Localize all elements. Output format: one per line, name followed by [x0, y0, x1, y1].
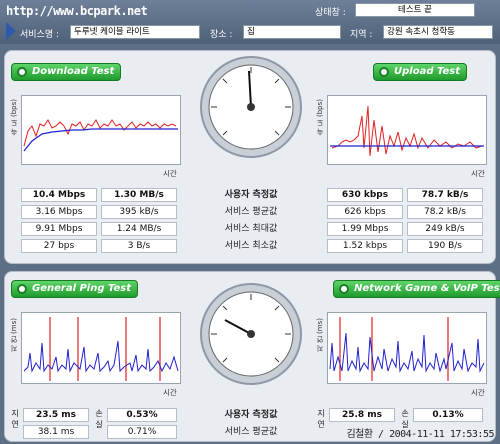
game-axis-label: 지 연 (ms)	[316, 318, 324, 353]
upload-avg-bps: 626 kbps	[327, 205, 403, 219]
service-field: 두루넷 케이블 라이트	[70, 25, 200, 39]
general-ping-test-button[interactable]: General Ping Test	[11, 280, 139, 298]
service-max-label: 서비스 최대값	[224, 224, 278, 234]
watermark-text: http://www.bcpark.net	[6, 4, 148, 18]
place-label: 장소 :	[210, 30, 233, 40]
game-graph	[329, 317, 485, 381]
upload-min-bytes: 190 B/s	[407, 239, 483, 253]
upload-user-bytes: 78.7 kB/s	[407, 188, 483, 202]
ping-test-panel: General Ping Test Network Game & VoIP Te…	[4, 271, 500, 442]
upload-axis-label: 속 도 (bps)	[316, 99, 324, 136]
region-field: 강원 속초시 청학동	[383, 25, 493, 39]
download-axis-label: 속 도 (bps)	[10, 99, 18, 136]
download-chart	[21, 95, 181, 165]
region-label: 지역 :	[350, 30, 373, 40]
ping-latency-label: 지연	[11, 409, 19, 429]
download-user-bps: 10.4 Mbps	[21, 188, 97, 202]
upload-max-bps: 1.99 Mbps	[327, 222, 403, 236]
upload-max-bytes: 249 kB/s	[407, 222, 483, 236]
upload-time-label: 시간	[471, 169, 485, 178]
download-max-bps: 9.91 Mbps	[21, 222, 97, 236]
upload-user-bps: 630 kbps	[327, 188, 403, 202]
service-avg-label-2: 서비스 평균값	[224, 427, 278, 437]
ping-chart	[21, 312, 181, 384]
speed-test-panel: Download Test Upload Test 속 도 (bps) 시간 속…	[4, 50, 496, 264]
game-chart	[327, 312, 487, 384]
game-time-label: 시간	[471, 388, 485, 397]
user-measure-label-2: 사용자 측정값	[224, 410, 278, 420]
status-field: 테스트 끝	[355, 3, 475, 17]
download-avg-bytes: 395 kB/s	[101, 205, 177, 219]
service-avg-label: 서비스 평균값	[224, 207, 278, 217]
circle-icon	[17, 67, 27, 77]
download-min-bytes: 3 B/s	[101, 239, 177, 253]
game-voip-test-button[interactable]: Network Game & VoIP Test	[333, 280, 500, 298]
game-user-latency: 25.8 ms	[329, 408, 395, 422]
status-label: 상태창 :	[315, 8, 346, 18]
download-graph	[23, 119, 178, 152]
download-avg-bps: 3.16 Mbps	[21, 205, 97, 219]
upload-chart	[327, 95, 487, 165]
download-time-label: 시간	[163, 169, 177, 178]
speed-test-app: http://www.bcpark.net 상태창 : 테스트 끝 서비스명 :…	[0, 0, 500, 444]
upload-test-button[interactable]: Upload Test	[373, 63, 468, 81]
game-user-loss: 0.13%	[413, 408, 483, 422]
ping-gauge	[200, 283, 302, 385]
ping-loss-label: 손실	[95, 409, 103, 429]
service-label: 서비스명 :	[20, 30, 60, 40]
ping-user-loss: 0.53%	[107, 408, 177, 422]
header-bar: http://www.bcpark.net 상태창 : 테스트 끝 서비스명 :…	[0, 0, 500, 44]
ping-avg-loss: 0.71%	[107, 425, 177, 439]
arrow-icon	[6, 22, 16, 40]
download-min-bps: 27 bps	[21, 239, 97, 253]
circle-icon	[379, 67, 389, 77]
game-latency-label: 지연	[317, 409, 325, 429]
circle-icon	[339, 284, 349, 294]
download-max-bytes: 1.24 MB/s	[101, 222, 177, 236]
ping-axis-label: 지 연 (ms)	[10, 318, 18, 353]
timestamp-stamp: 김철환 / 2004-11-11 17:53:55	[346, 429, 494, 440]
speed-gauge	[200, 56, 302, 158]
download-user-bytes: 1.30 MB/s	[101, 188, 177, 202]
ping-graph	[23, 317, 179, 381]
ping-time-label: 시간	[163, 388, 177, 397]
ping-user-latency: 23.5 ms	[23, 408, 89, 422]
download-test-button[interactable]: Download Test	[11, 63, 122, 81]
place-field: 집	[243, 25, 341, 39]
upload-graph	[330, 105, 484, 157]
upload-avg-bytes: 78.2 kB/s	[407, 205, 483, 219]
ping-avg-latency: 38.1 ms	[23, 425, 89, 439]
upload-min-bps: 1.52 kbps	[327, 239, 403, 253]
user-measure-label: 사용자 측정값	[224, 190, 278, 200]
service-min-label: 서비스 최소값	[224, 241, 278, 251]
circle-icon	[17, 284, 27, 294]
